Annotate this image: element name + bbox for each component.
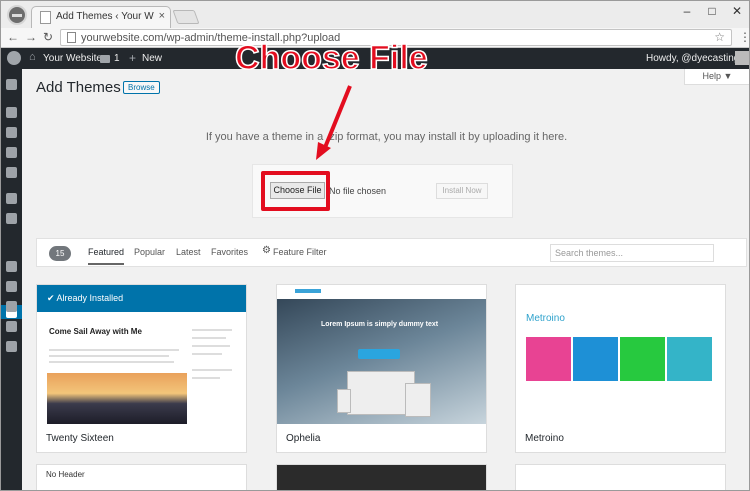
tab-title: Add Themes ‹ Your Website <box>56 11 154 22</box>
theme-card-metroino[interactable]: Metroino Metroino <box>515 284 726 453</box>
annotation-highlight-box <box>261 171 330 211</box>
new-content-link[interactable]: New <box>142 53 162 64</box>
media-icon[interactable] <box>6 127 17 138</box>
preview-tile <box>573 337 618 381</box>
upload-instructions: If you have a theme in a .zip format, yo… <box>205 131 568 143</box>
plugin-icon[interactable] <box>6 193 17 204</box>
plugins-icon[interactable] <box>6 261 17 272</box>
tab-close-icon[interactable]: × <box>159 10 165 22</box>
gear-icon[interactable]: ⚙ <box>262 245 271 256</box>
preview-tile <box>620 337 665 381</box>
comment-icon[interactable] <box>100 55 110 63</box>
preview-heading: No Header <box>46 470 85 479</box>
theme-card-twenty-sixteen[interactable]: ✔ Already Installed Come Sail Away with … <box>36 284 247 453</box>
theme-count-badge: 15 <box>49 246 71 261</box>
comment-count[interactable]: 1 <box>114 53 120 64</box>
cube-icon[interactable] <box>6 213 17 224</box>
site-name-link[interactable]: Your Website <box>43 53 102 64</box>
tab-popular[interactable]: Popular <box>134 247 165 257</box>
page-title: Add Themes <box>36 79 121 96</box>
theme-card-ophelia[interactable]: Lorem Ipsum is simply dummy text Ophelia <box>276 284 487 453</box>
preview-tablet <box>405 383 431 417</box>
preview-sunset-image <box>47 373 187 424</box>
theme-screenshot[interactable]: ✔ Already Installed Come Sail Away with … <box>37 285 246 424</box>
theme-name: Ophelia <box>286 433 321 444</box>
comments-icon[interactable] <box>6 167 17 178</box>
browse-button[interactable]: Browse <box>123 81 160 94</box>
browser-profile-icon[interactable] <box>7 5 27 25</box>
minimize-icon[interactable]: – <box>677 4 697 18</box>
tools-icon[interactable] <box>6 301 17 312</box>
theme-name: Metroino <box>525 433 564 444</box>
theme-screenshot[interactable]: Lorem Ipsum is simply dummy text <box>277 285 486 424</box>
back-arrow-icon[interactable]: ← <box>7 30 19 44</box>
page-favicon-icon <box>40 11 51 24</box>
annotation-label: Choose File <box>234 38 428 78</box>
wordpress-logo-icon[interactable] <box>7 51 21 65</box>
settings-icon[interactable] <box>6 321 17 332</box>
preview-nav <box>277 285 486 299</box>
bookmark-star-icon[interactable]: ☆ <box>714 30 725 44</box>
preview-sidebar <box>192 329 237 419</box>
preview-button <box>358 349 400 359</box>
pages-icon[interactable] <box>6 147 17 158</box>
theme-card-next[interactable] <box>276 464 487 490</box>
tab-favorites[interactable]: Favorites <box>211 247 248 257</box>
posts-icon[interactable] <box>6 107 17 118</box>
admin-sidebar <box>1 69 22 490</box>
preview-text-line <box>49 361 174 363</box>
theme-card-next[interactable] <box>515 464 726 490</box>
users-icon[interactable] <box>6 281 17 292</box>
window-close-icon[interactable]: ✕ <box>727 4 747 18</box>
plus-icon[interactable]: + <box>129 51 136 65</box>
avatar[interactable] <box>735 51 749 65</box>
maximize-icon[interactable]: □ <box>702 4 722 18</box>
preview-text-line <box>49 355 169 357</box>
theme-card-next[interactable]: No Header <box>36 464 247 490</box>
main-content: Add Themes Browse Help ▼ If you have a t… <box>22 38 749 490</box>
theme-filter-bar: 15 Featured Popular Latest Favorites ⚙ F… <box>36 238 747 267</box>
tab-featured[interactable]: Featured <box>88 247 125 265</box>
tab-strip: Add Themes ‹ Your Website × – □ ✕ <box>1 1 749 28</box>
feature-filter-link[interactable]: Feature Filter <box>273 247 327 257</box>
forward-arrow-icon[interactable]: → <box>25 30 37 44</box>
collapse-icon[interactable] <box>6 341 17 352</box>
preview-phone <box>337 389 351 413</box>
install-now-button[interactable]: Install Now <box>436 183 488 199</box>
already-installed-badge: ✔ Already Installed <box>37 285 246 312</box>
search-themes-input[interactable]: Search themes... <box>550 244 714 262</box>
preview-heading: Metroino <box>526 313 565 324</box>
preview-tile <box>667 337 712 381</box>
tab-latest[interactable]: Latest <box>176 247 201 257</box>
file-status-text: No file chosen <box>329 186 387 196</box>
preview-text-line <box>49 349 179 351</box>
preview-heading: Lorem Ipsum is simply dummy text <box>321 321 439 328</box>
page-icon <box>67 32 76 43</box>
theme-name: Twenty Sixteen <box>46 433 114 444</box>
new-tab-button[interactable] <box>172 10 200 24</box>
browser-menu-icon[interactable]: ⋮ <box>739 30 749 44</box>
preview-heading: Come Sail Away with Me <box>49 327 142 336</box>
preview-tile <box>526 337 571 381</box>
dashboard-icon[interactable] <box>6 79 17 90</box>
howdy-user-link[interactable]: Howdy, @dyecasting <box>646 53 739 64</box>
home-icon: ⌂ <box>29 51 36 63</box>
browser-tab[interactable]: Add Themes ‹ Your Website × <box>31 6 171 28</box>
help-tab-button[interactable]: Help ▼ <box>684 69 749 85</box>
browser-window: Add Themes ‹ Your Website × – □ ✕ ← → ↻ … <box>0 0 750 491</box>
theme-screenshot[interactable]: Metroino <box>516 285 725 424</box>
reload-icon[interactable]: ↻ <box>43 30 53 44</box>
